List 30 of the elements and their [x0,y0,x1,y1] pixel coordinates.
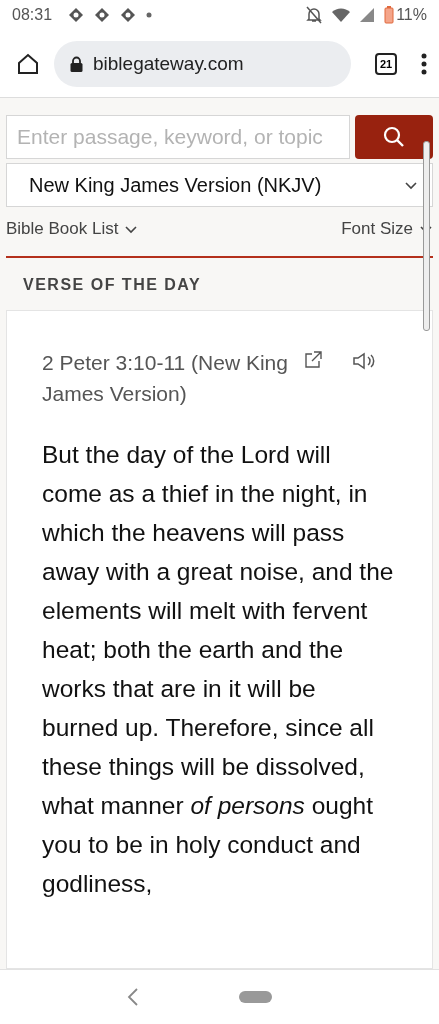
signal-icon [360,8,375,22]
section-title: VERSE OF THE DAY [22,275,203,295]
verse-reference[interactable]: 2 Peter 3:10-11 (New King James Version) [42,347,332,409]
chevron-icon [124,224,139,234]
notification-icon [68,7,85,23]
mute-icon [306,6,323,24]
scrollbar[interactable] [423,141,430,331]
address-bar[interactable]: biblegateway.com [54,40,351,87]
home-icon[interactable] [16,51,40,76]
dot-icon [146,12,153,18]
tab-count[interactable]: 21 [375,52,397,75]
version-select[interactable]: New King James Version (NKJV) [6,163,433,207]
menu-icon[interactable] [421,52,427,75]
home-pill[interactable] [239,991,272,1003]
battery-icon [384,6,395,24]
wifi-icon [332,8,351,22]
lock-icon [70,55,83,72]
chevron-icon [404,180,418,190]
back-icon[interactable] [127,988,139,1006]
status-time: 08:31 [12,6,53,24]
external-link-icon[interactable] [304,351,322,369]
verse-text: But the day of the Lord will come as a thief in the night, in which the heavens will pass away with a great noise, and the elements will melt with fervent heat; both the earth and the works that are in it will be burned up. Therefore, since all these things will be dissolved, what manner of persons ought you to be in holy conduct and godliness, [42,440,395,899]
notification-icon [94,7,111,23]
url-text: biblegateway.com [93,52,244,75]
search-icon [383,126,405,148]
dropdown-link[interactable]: Bible Book List [6,219,139,239]
battery-level: 11% [396,6,427,24]
notification-icon [120,7,137,23]
search-field[interactable]: Enter passage, keyword, or topic [6,115,350,159]
search-button[interactable] [355,115,433,159]
